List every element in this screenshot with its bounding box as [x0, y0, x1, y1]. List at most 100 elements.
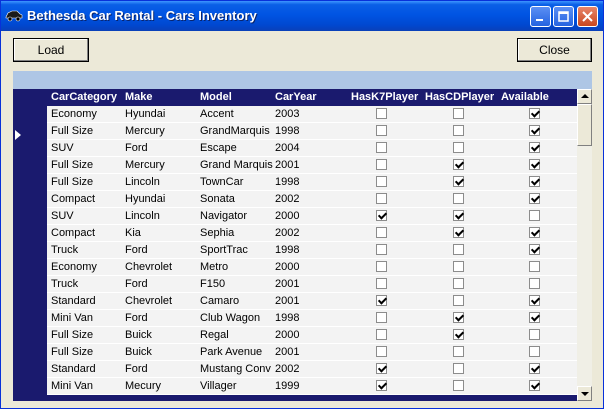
column-header-hascdplayer[interactable]: HasCDPlayer [425, 89, 499, 106]
checkbox-k7[interactable] [376, 278, 387, 289]
cell-model[interactable]: TownCar [200, 174, 273, 190]
cell-year[interactable]: 2000 [275, 259, 349, 275]
checkbox-cd[interactable] [453, 125, 464, 136]
column-header-available[interactable]: Available [501, 89, 571, 106]
checkbox-available[interactable] [529, 125, 540, 136]
cell-year[interactable]: 2001 [275, 276, 349, 292]
checkbox-k7[interactable] [376, 346, 387, 357]
table-row[interactable]: Economy Hyundai Accent 2003 [47, 106, 577, 123]
cell-year[interactable]: 1998 [275, 123, 349, 139]
column-header-make[interactable]: Make [125, 89, 198, 106]
table-row[interactable]: Mini Van Mecury Villager 1999 [47, 378, 577, 395]
load-button[interactable]: Load [13, 38, 89, 62]
checkbox-k7[interactable] [376, 193, 387, 204]
table-row[interactable]: Compact Hyundai Sonata 2002 [47, 191, 577, 208]
cell-model[interactable]: Sonata [200, 191, 273, 207]
column-header-caryear[interactable]: CarYear [275, 89, 349, 106]
cell-year[interactable]: 2001 [275, 157, 349, 173]
cell-category[interactable]: Truck [51, 276, 123, 292]
cell-make[interactable]: Chevrolet [125, 259, 198, 275]
cell-category[interactable]: Full Size [51, 157, 123, 173]
cell-year[interactable]: 2001 [275, 344, 349, 360]
checkbox-cd[interactable] [453, 210, 464, 221]
cell-make[interactable]: Lincoln [125, 208, 198, 224]
cell-category[interactable]: Economy [51, 106, 123, 122]
cell-category[interactable]: Mini Van [51, 310, 123, 326]
checkbox-cd[interactable] [453, 380, 464, 391]
column-header-model[interactable]: Model [200, 89, 273, 106]
cell-make[interactable]: Lincoln [125, 174, 198, 190]
table-row[interactable]: Full Size Buick Park Avenue 2001 [47, 344, 577, 361]
cell-year[interactable]: 2000 [275, 327, 349, 343]
checkbox-k7[interactable] [376, 159, 387, 170]
checkbox-available[interactable] [529, 312, 540, 323]
table-row[interactable]: Standard Chevrolet Camaro 2001 [47, 293, 577, 310]
minimize-button[interactable] [530, 6, 551, 27]
cell-category[interactable]: SUV [51, 208, 123, 224]
cell-model[interactable]: Club Wagon [200, 310, 273, 326]
cell-make[interactable]: Ford [125, 242, 198, 258]
checkbox-k7[interactable] [376, 176, 387, 187]
checkbox-cd[interactable] [453, 295, 464, 306]
checkbox-cd[interactable] [453, 329, 464, 340]
cell-category[interactable]: Standard [51, 293, 123, 309]
close-window-button[interactable] [577, 6, 598, 27]
scroll-thumb[interactable] [577, 104, 592, 146]
checkbox-available[interactable] [529, 278, 540, 289]
cell-make[interactable]: Mercury [125, 123, 198, 139]
cell-category[interactable]: Compact [51, 225, 123, 241]
cell-category[interactable]: Economy [51, 259, 123, 275]
cars-datagrid[interactable]: CarCategory Make Model CarYear HasK7Player Ha… [13, 71, 592, 401]
cell-make[interactable]: Ford [125, 361, 198, 377]
cell-make[interactable]: Ford [125, 276, 198, 292]
table-row[interactable]: Truck Ford F150 2001 [47, 276, 577, 293]
scroll-up-button[interactable] [577, 89, 592, 104]
checkbox-k7[interactable] [376, 261, 387, 272]
cell-year[interactable]: 1999 [275, 378, 349, 394]
checkbox-available[interactable] [529, 176, 540, 187]
checkbox-available[interactable] [529, 244, 540, 255]
cell-make[interactable]: Buick [125, 344, 198, 360]
cell-make[interactable]: Kia [125, 225, 198, 241]
cell-year[interactable]: 2000 [275, 208, 349, 224]
cell-category[interactable]: Truck [51, 242, 123, 258]
cell-category[interactable]: Full Size [51, 174, 123, 190]
checkbox-cd[interactable] [453, 176, 464, 187]
checkbox-k7[interactable] [376, 312, 387, 323]
cell-year[interactable]: 1998 [275, 310, 349, 326]
cell-model[interactable]: Metro [200, 259, 273, 275]
table-row[interactable]: Mini Van Ford Club Wagon 1998 [47, 310, 577, 327]
cell-model[interactable]: GrandMarquis [200, 123, 273, 139]
cell-make[interactable]: Mercury [125, 157, 198, 173]
checkbox-available[interactable] [529, 295, 540, 306]
checkbox-available[interactable] [529, 193, 540, 204]
cell-year[interactable]: 1998 [275, 174, 349, 190]
checkbox-available[interactable] [529, 159, 540, 170]
checkbox-cd[interactable] [453, 261, 464, 272]
table-row[interactable]: Full Size Mercury Grand Marquis 2001 [47, 157, 577, 174]
checkbox-k7[interactable] [376, 380, 387, 391]
checkbox-cd[interactable] [453, 142, 464, 153]
cell-model[interactable]: Navigator [200, 208, 273, 224]
checkbox-available[interactable] [529, 363, 540, 374]
cell-model[interactable]: Mustang Conv [200, 361, 273, 377]
vertical-scrollbar[interactable] [577, 89, 592, 401]
checkbox-available[interactable] [529, 142, 540, 153]
cell-category[interactable]: SUV [51, 140, 123, 156]
cell-make[interactable]: Mecury [125, 378, 198, 394]
cell-model[interactable]: Regal [200, 327, 273, 343]
checkbox-available[interactable] [529, 380, 540, 391]
table-row[interactable]: Compact Kia Sephia 2002 [47, 225, 577, 242]
table-row[interactable]: Full Size Mercury GrandMarquis 1998 [47, 123, 577, 140]
cell-model[interactable]: Escape [200, 140, 273, 156]
checkbox-cd[interactable] [453, 159, 464, 170]
checkbox-available[interactable] [529, 210, 540, 221]
table-row[interactable]: SUV Ford Escape 2004 [47, 140, 577, 157]
cell-year[interactable]: 2004 [275, 140, 349, 156]
checkbox-k7[interactable] [376, 227, 387, 238]
checkbox-available[interactable] [529, 227, 540, 238]
cell-category[interactable]: Full Size [51, 327, 123, 343]
cell-category[interactable]: Compact [51, 191, 123, 207]
cell-category[interactable]: Full Size [51, 123, 123, 139]
cell-make[interactable]: Ford [125, 140, 198, 156]
